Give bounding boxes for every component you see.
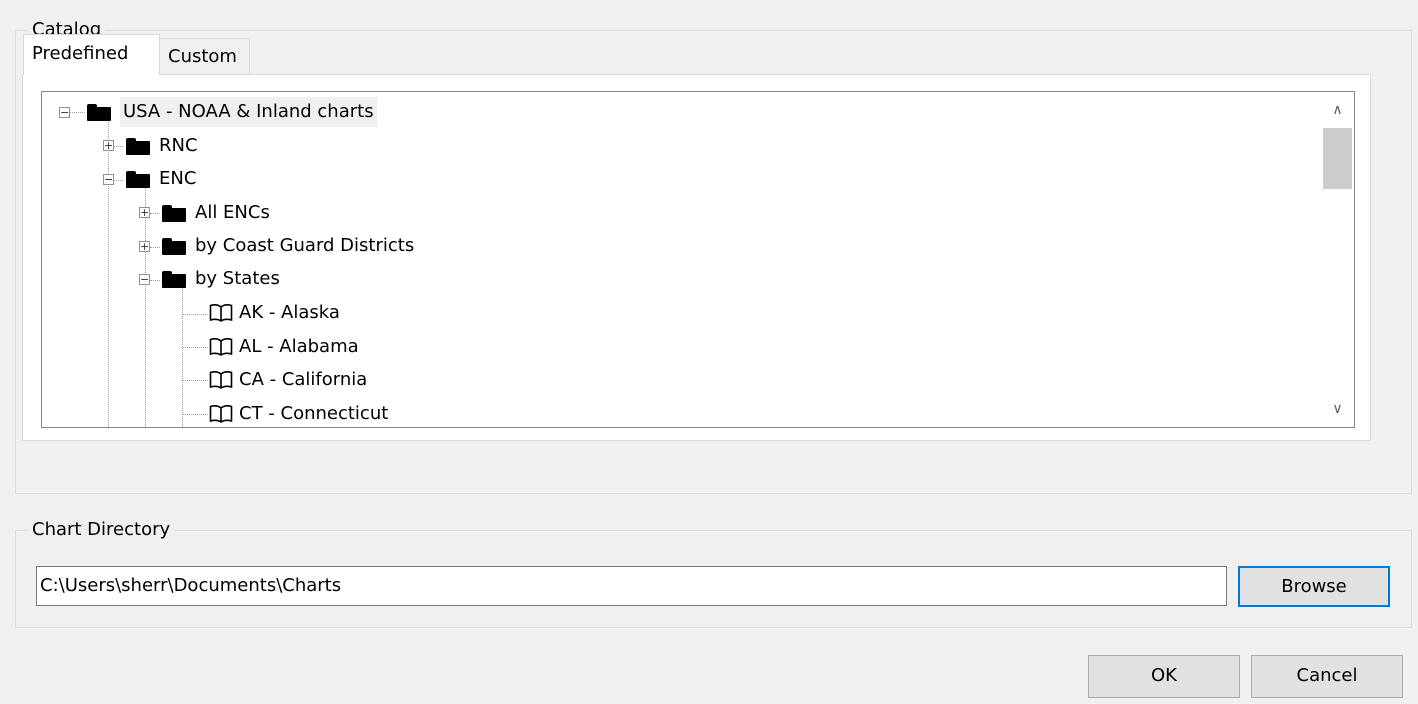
collapse-toggle[interactable]: − — [103, 174, 114, 185]
collapse-toggle[interactable]: − — [139, 274, 150, 285]
tree-connector — [69, 112, 85, 113]
tree-item-label: All ENCs — [195, 202, 270, 223]
folder-icon — [162, 204, 186, 222]
tree-item-label: CA - California — [239, 369, 368, 390]
collapse-toggle[interactable]: − — [59, 107, 70, 118]
book-icon — [209, 304, 233, 322]
expand-toggle[interactable]: + — [103, 140, 114, 151]
tree-item-label: CT - Connecticut — [239, 403, 389, 424]
tree-connector — [150, 247, 160, 248]
folder-icon — [126, 170, 150, 188]
tree-connector — [150, 280, 160, 281]
expand-toggle[interactable]: + — [139, 207, 150, 218]
browse-button[interactable]: Browse — [1238, 566, 1390, 607]
tree-item-label: ENC — [159, 168, 197, 189]
tree-connector — [114, 146, 123, 147]
tree-connector — [183, 380, 208, 381]
tab-custom[interactable]: Custom — [159, 38, 250, 73]
tree-item-label: RNC — [159, 135, 198, 156]
tree-item[interactable]: USA - NOAA & Inland charts — [87, 97, 377, 127]
tree-item[interactable]: All ENCs — [162, 198, 270, 228]
folder-icon — [87, 103, 111, 121]
tree-connector — [183, 347, 208, 348]
folder-icon — [162, 237, 186, 255]
tree-item[interactable]: by Coast Guard Districts — [162, 231, 414, 261]
tree-connector — [183, 414, 208, 415]
tree-connector — [108, 119, 109, 427]
expand-toggle[interactable]: + — [139, 241, 150, 252]
tree-item[interactable]: by States — [162, 264, 280, 294]
scroll-down-icon[interactable]: ∨ — [1321, 393, 1354, 425]
tree-item-label: by States — [195, 268, 280, 289]
folder-icon — [162, 270, 186, 288]
tree-scrollbar[interactable]: ∧ ∨ — [1321, 92, 1354, 427]
chart-directory-input[interactable]: C:\Users\sherr\Documents\Charts — [36, 566, 1227, 606]
tree-item[interactable]: AL - Alabama — [209, 332, 359, 362]
book-icon — [209, 338, 233, 356]
tab-panel-predefined: − + − + + − USA - NOAA & Inland charts R… — [22, 74, 1371, 441]
book-icon — [209, 405, 233, 423]
tree-item-label: AL - Alabama — [239, 336, 359, 357]
tab-predefined[interactable]: Predefined — [23, 34, 160, 75]
tree-item[interactable]: AK - Alaska — [209, 298, 340, 328]
tree-connector — [182, 287, 183, 427]
tree-item-label: USA - NOAA & Inland charts — [120, 97, 377, 127]
tree-item[interactable]: RNC — [126, 131, 198, 161]
chart-directory-title: Chart Directory — [28, 517, 175, 543]
book-icon — [209, 371, 233, 389]
catalog-tree[interactable]: − + − + + − USA - NOAA & Inland charts R… — [41, 91, 1355, 428]
scroll-up-icon[interactable]: ∧ — [1321, 94, 1354, 126]
cancel-button[interactable]: Cancel — [1251, 655, 1403, 698]
tree-connector — [145, 186, 146, 427]
tree-item-label: AK - Alaska — [239, 302, 340, 323]
tree-item[interactable]: ENC — [126, 164, 196, 194]
tree-item-label: by Coast Guard Districts — [195, 235, 415, 256]
tree-connector — [183, 314, 208, 315]
tree-connector — [114, 180, 123, 181]
tree-item[interactable]: CT - Connecticut — [209, 399, 389, 427]
folder-icon — [126, 137, 150, 155]
tree-item[interactable]: CA - California — [209, 365, 367, 395]
tree-connector — [150, 213, 160, 214]
scroll-thumb[interactable] — [1323, 128, 1352, 189]
ok-button[interactable]: OK — [1088, 655, 1240, 698]
